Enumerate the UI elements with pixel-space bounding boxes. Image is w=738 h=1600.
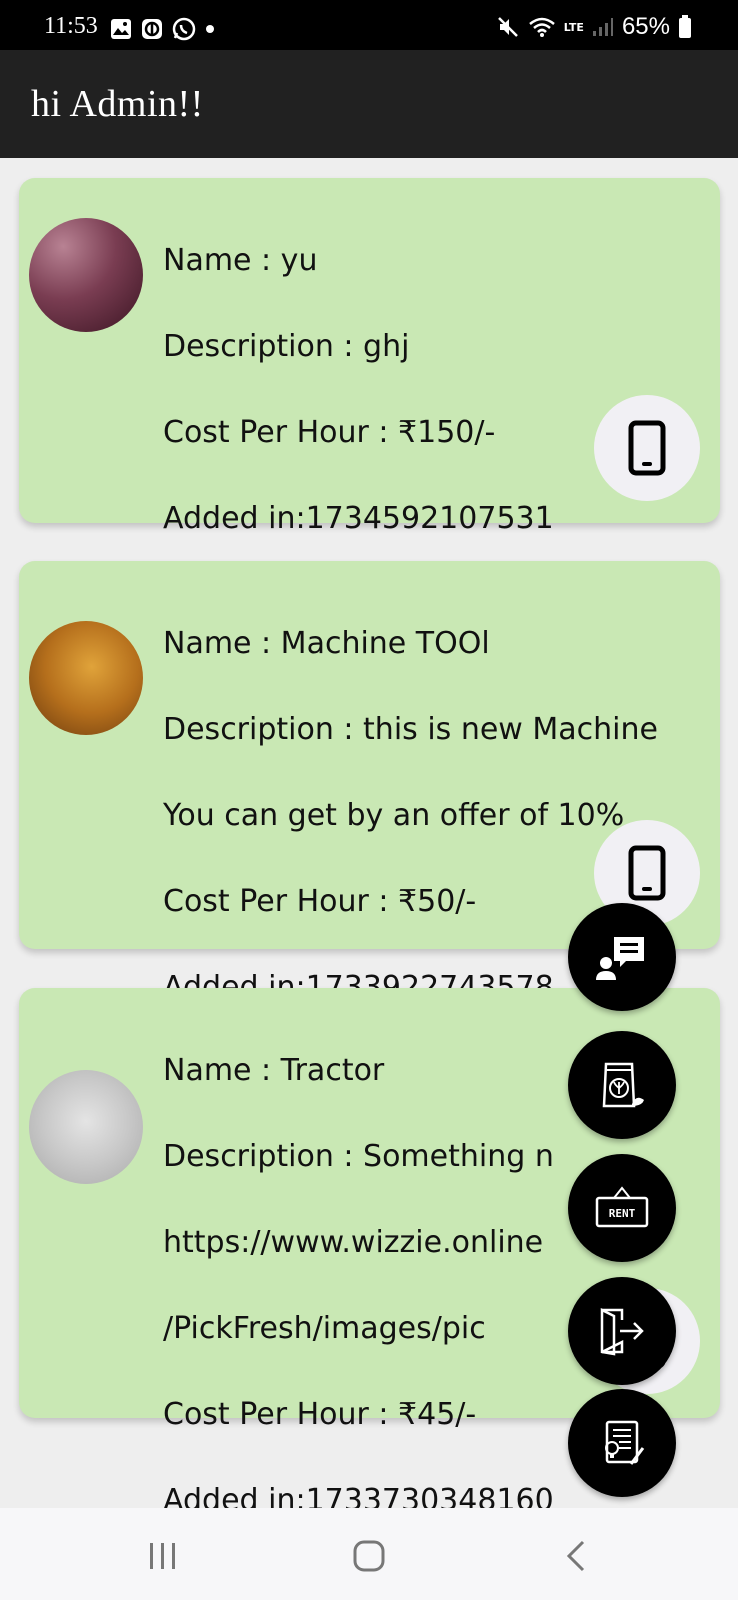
item-avatar: [29, 621, 143, 735]
back-button[interactable]: [546, 1536, 606, 1576]
seeds-button[interactable]: [568, 1031, 676, 1139]
home-button[interactable]: [339, 1536, 399, 1576]
item-description-continued: /PickFresh/images/pic: [163, 1311, 486, 1346]
recent-apps-icon: [150, 1543, 175, 1569]
page-title: hi Admin!!: [31, 83, 204, 125]
logout-button[interactable]: [568, 1277, 676, 1385]
exit-door-icon: [600, 1307, 644, 1356]
chat-icon: [596, 937, 644, 980]
recent-apps-button[interactable]: [133, 1536, 193, 1576]
rent-label: RENT: [608, 1206, 636, 1220]
item-details: Name : yu Description : ghj Cost Per Hou…: [163, 196, 713, 583]
item-cost: Cost Per Hour : ₹45/-: [163, 1397, 477, 1432]
back-icon: [566, 1540, 585, 1572]
home-icon: [353, 1540, 385, 1572]
item-description: Description : Something n: [163, 1139, 554, 1174]
list-item[interactable]: Name : yu Description : ghj Cost Per Hou…: [19, 178, 720, 536]
app-notification-icon: [142, 19, 162, 39]
status-right: LTE 65%: [496, 13, 692, 41]
status-bar: 11:53 LTE 65%: [0, 0, 738, 50]
call-button[interactable]: [594, 395, 700, 501]
whatsapp-icon: [172, 17, 196, 41]
rent-button[interactable]: RENT: [568, 1154, 676, 1262]
report-icon: [605, 1420, 645, 1465]
item-added: Added in:1734592107531: [163, 501, 554, 536]
system-nav-bar: [0, 1508, 738, 1600]
item-description-continued: https://www.wizzie.online: [163, 1225, 544, 1260]
item-description: Description : this is new Machine: [163, 712, 658, 747]
item-avatar: [29, 218, 143, 332]
item-name: Name : Tractor: [163, 1053, 385, 1088]
wifi-icon: [528, 17, 555, 37]
status-time: 11:53: [44, 13, 98, 39]
app-bar: hi Admin!!: [0, 50, 738, 158]
item-name: Name : Machine TOOl: [163, 626, 490, 661]
battery-percent: 65%: [621, 13, 670, 40]
signal-icon: [592, 18, 613, 36]
reports-button[interactable]: [568, 1389, 676, 1497]
gallery-icon: [111, 19, 131, 39]
battery-icon: [679, 15, 691, 38]
mute-icon: [497, 17, 518, 37]
chat-button[interactable]: [568, 903, 676, 1011]
phone-icon: [628, 845, 666, 901]
item-description: Description : ghj: [163, 329, 410, 364]
item-details: Name : Tractor Description : Something n…: [163, 1006, 583, 1565]
item-avatar: [29, 1070, 143, 1184]
list-item[interactable]: Name : Machine TOOl Description : this i…: [19, 561, 720, 1005]
item-name: Name : yu: [163, 243, 318, 278]
network-type-label: LTE: [563, 20, 584, 34]
seed-bag-icon: [602, 1062, 644, 1108]
notification-icons: [110, 17, 215, 41]
phone-icon: [628, 420, 666, 476]
dot-icon: [206, 25, 214, 33]
